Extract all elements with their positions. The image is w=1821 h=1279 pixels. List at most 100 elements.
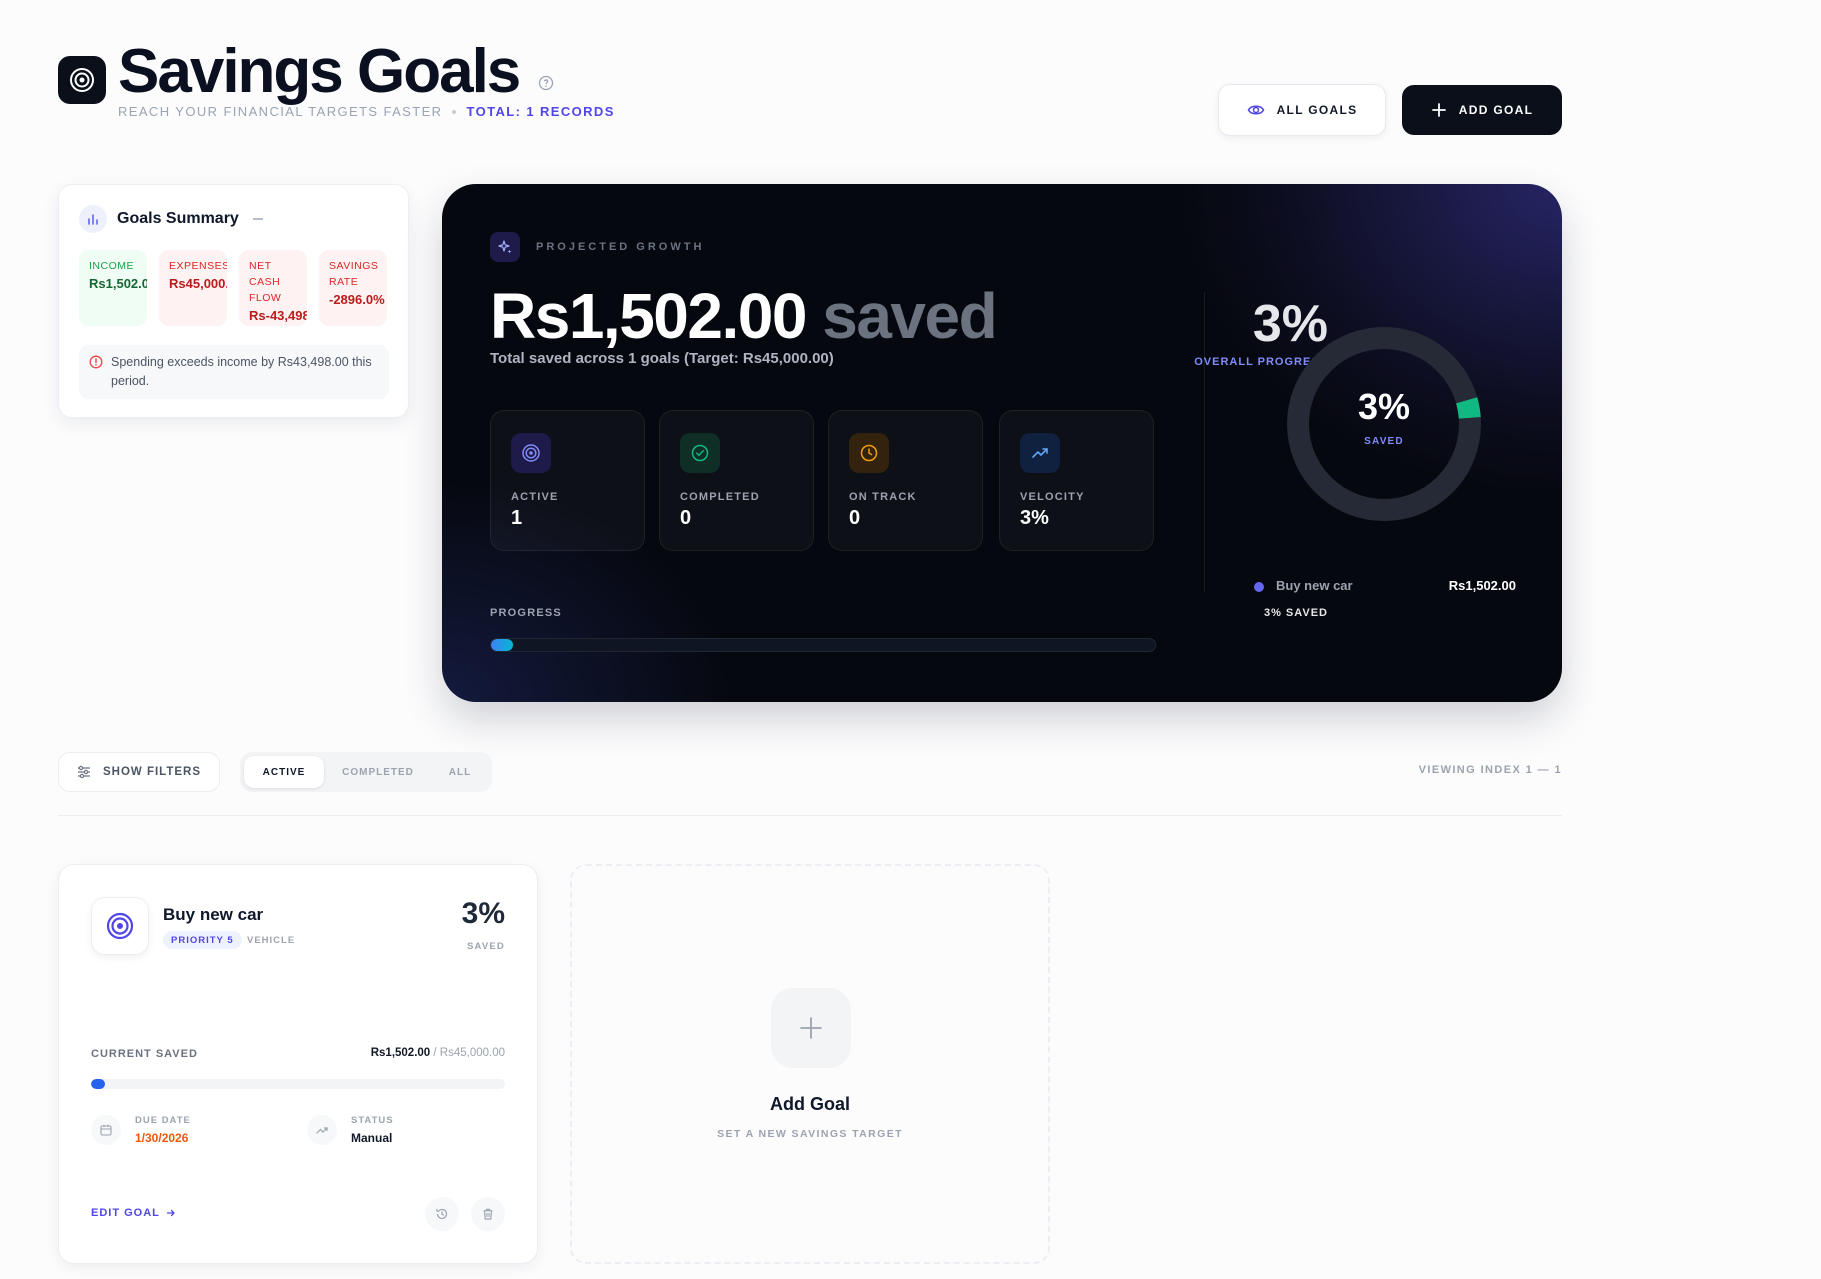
add-goal-subtitle: SET A NEW SAVINGS TARGET (717, 1128, 903, 1140)
target-icon (106, 912, 134, 940)
tab-completed[interactable]: COMPLETED (324, 756, 432, 788)
current-amount: Rs1,502.00 (370, 1047, 431, 1059)
target-icon (511, 433, 551, 473)
donut-label: SAVED (1364, 436, 1404, 447)
status-value: Manual (351, 1131, 393, 1145)
page-title: Savings Goals (118, 37, 521, 106)
summary-tiles: INCOME Rs1,502.00 EXPENSES Rs45,000.0 NE… (79, 250, 387, 326)
metric-velocity-value: 3% (1020, 507, 1049, 529)
summary-title: Goals Summary (117, 210, 239, 227)
progress-label: PROGRESS (490, 607, 562, 619)
eye-icon (1247, 105, 1264, 115)
tab-all[interactable]: ALL (432, 756, 488, 788)
add-goal-card[interactable]: Add Goal SET A NEW SAVINGS TARGET (570, 864, 1050, 1264)
add-goal-label: ADD GOAL (1458, 103, 1534, 117)
trending-up-icon (1020, 433, 1060, 473)
plus-icon (1431, 103, 1446, 117)
show-filters-label: SHOW FILTERS (102, 766, 202, 778)
goal-progress-bar (91, 1079, 505, 1089)
progress-saved-label: 3% SAVED (1263, 607, 1328, 619)
projected-growth-panel: PROJECTED GROWTH Rs1,502.00 saved Total … (442, 184, 1562, 702)
trend-icon (307, 1115, 337, 1145)
total-records: TOTAL: 1 RECORDS (466, 104, 615, 119)
history-button[interactable] (425, 1197, 459, 1231)
donut-percent: 3% (1357, 386, 1411, 427)
show-filters-button[interactable]: SHOW FILTERS (58, 752, 220, 792)
calendar-icon (91, 1115, 121, 1145)
legend-dot (1254, 582, 1264, 592)
spending-warning: Spending exceeds income by Rs43,498.00 t… (79, 345, 389, 399)
expenses-label: EXPENSES (169, 260, 227, 272)
history-icon (436, 1208, 448, 1220)
savings-rate-tile: SAVINGS RATE -2896.0% (319, 250, 387, 326)
section-divider (58, 815, 1562, 816)
expenses-tile: EXPENSES Rs45,000.0 (159, 250, 227, 326)
summary-header: Goals Summary (79, 205, 263, 233)
sliders-icon (77, 765, 90, 779)
due-date-value: 1/30/2026 (135, 1131, 189, 1145)
viewing-index: VIEWING INDEX 1 — 1 (1418, 764, 1562, 776)
savings-rate-label: SAVINGS RATE (329, 260, 379, 288)
status-label: STATUS (351, 1115, 394, 1126)
net-cash-flow-tile: NET CASH FLOW Rs-43,498.0 (239, 250, 307, 326)
goal-category: VEHICLE (247, 935, 296, 946)
page-subtitle: REACH YOUR FINANCIAL TARGETS FASTER TOTA… (118, 104, 615, 119)
metric-on-track: ON TRACK 0 (828, 410, 983, 551)
separator-dot (452, 109, 457, 114)
all-goals-label: ALL GOALS (1276, 103, 1358, 117)
total-saved-amount: Rs1,502.00 saved (490, 276, 998, 356)
bar-chart-icon (79, 205, 107, 233)
metric-completed: COMPLETED 0 (659, 410, 814, 551)
add-goal-title: Add Goal (770, 1094, 850, 1114)
target-icon (70, 68, 94, 92)
savings-rate-value: -2896.0% (329, 292, 385, 307)
metric-active-label: ACTIVE (511, 491, 559, 503)
projected-growth-label: PROJECTED GROWTH (536, 241, 705, 253)
subtitle-text: REACH YOUR FINANCIAL TARGETS FASTER (118, 104, 443, 119)
clock-icon (849, 433, 889, 473)
legend-goal-value: Rs1,502.00 (1448, 578, 1516, 593)
all-goals-button[interactable]: ALL GOALS (1218, 84, 1386, 136)
add-goal-button[interactable]: ADD GOAL (1402, 85, 1562, 135)
panel-divider (1204, 292, 1205, 592)
goal-name: Buy new car (163, 905, 264, 924)
alert-icon (89, 355, 103, 369)
metric-completed-value: 0 (680, 507, 692, 529)
current-saved-value: Rs1,502.00 / Rs45,000.00 (299, 1047, 505, 1059)
due-date-label: DUE DATE (135, 1115, 191, 1126)
tab-active[interactable]: ACTIVE (244, 756, 324, 788)
warning-text: Spending exceeds income by Rs43,498.00 t… (111, 355, 372, 388)
goal-percent-label: SAVED (466, 941, 505, 952)
saved-amount-value: Rs1,502.00 (490, 280, 807, 352)
add-plus-button[interactable] (771, 988, 851, 1068)
metric-active-value: 1 (511, 507, 523, 529)
metric-on-track-value: 0 (849, 507, 861, 529)
metric-on-track-label: ON TRACK (849, 491, 917, 503)
edit-goal-label: EDIT GOAL (91, 1207, 160, 1219)
goal-percent: 3% (461, 897, 505, 930)
current-saved-label: CURRENT SAVED (91, 1048, 198, 1060)
trash-icon (483, 1208, 493, 1220)
goal-card[interactable]: Buy new car PRIORITY 5 VEHICLE 3% SAVED … (58, 864, 538, 1264)
goal-progress-fill (91, 1079, 105, 1089)
status-tabs: ACTIVE COMPLETED ALL (240, 752, 492, 792)
check-circle-icon (680, 433, 720, 473)
app-logo (58, 56, 106, 104)
total-saved-description: Total saved across 1 goals (Target: Rs45… (490, 350, 834, 367)
metric-velocity-label: VELOCITY (1020, 491, 1085, 503)
legend-goal-name: Buy new car (1276, 578, 1353, 593)
sparkles-icon (490, 232, 520, 262)
net-cash-flow-value: Rs-43,498.0 (249, 308, 307, 323)
income-value: Rs1,502.00 (89, 276, 147, 291)
progress-bar-fill (491, 639, 513, 651)
income-tile: INCOME Rs1,502.00 (79, 250, 147, 326)
edit-goal-link[interactable]: EDIT GOAL (91, 1207, 176, 1219)
overall-progress-bar (490, 638, 1156, 652)
collapse-icon[interactable] (252, 218, 263, 220)
net-cash-flow-label: NET CASH FLOW (249, 260, 282, 304)
help-icon[interactable] (538, 75, 554, 91)
delete-button[interactable] (471, 1197, 505, 1231)
priority-badge: PRIORITY 5 (163, 931, 242, 949)
plus-icon (800, 1017, 822, 1039)
arrow-right-icon (166, 1209, 175, 1217)
